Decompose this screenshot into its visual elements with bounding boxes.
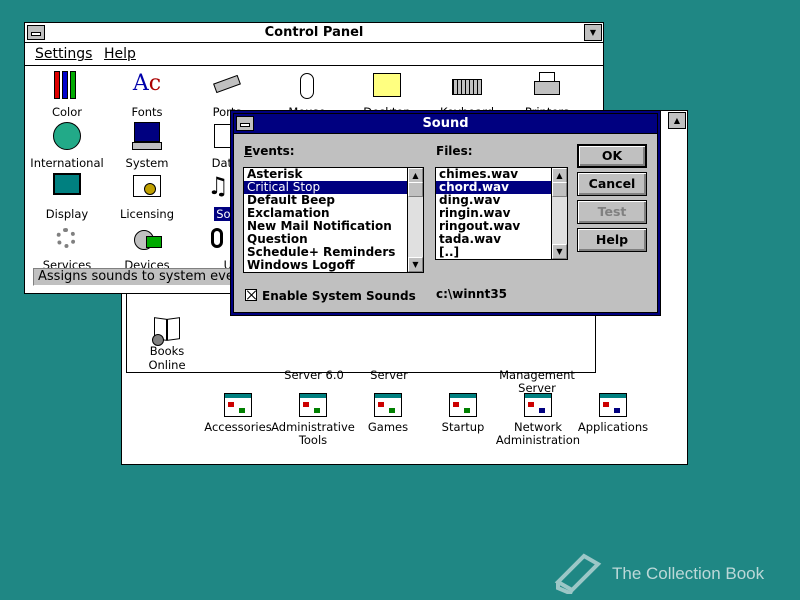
scroll-down-arrow-icon[interactable]: ▼ xyxy=(552,244,567,259)
program-group-icon xyxy=(597,391,629,421)
cp-devices[interactable]: Devices xyxy=(107,222,187,272)
menu-help[interactable]: Help xyxy=(104,46,136,62)
minimize-icon[interactable]: ▼ xyxy=(584,24,602,41)
events-scrollbar[interactable]: ▲ ▼ xyxy=(407,168,423,272)
icon-label: Licensing xyxy=(119,207,175,221)
cancel-button[interactable]: Cancel xyxy=(577,172,647,196)
cp-international[interactable]: International xyxy=(27,120,107,170)
sound-title: Sound xyxy=(422,116,469,131)
cp-system[interactable]: System xyxy=(107,120,187,170)
control-panel-titlebar[interactable]: Control Panel ▼ xyxy=(25,23,603,43)
events-listbox[interactable]: Asterisk Critical Stop Default Beep Excl… xyxy=(243,167,424,273)
files-listbox[interactable]: chimes.wav chord.wav ding.wav ringin.wav… xyxy=(435,167,568,260)
watermark-text: The Collection Book xyxy=(612,564,765,583)
file-item[interactable]: [..] xyxy=(436,246,567,259)
menu-settings[interactable]: Settings xyxy=(35,46,92,62)
desktop-icon xyxy=(370,69,404,103)
licensing-icon xyxy=(130,171,164,205)
fonts-icon: Ac xyxy=(132,71,162,96)
group-applications[interactable]: Applications xyxy=(568,391,658,434)
ports-icon xyxy=(210,69,244,103)
sound-dialog: Sound EEvents: Files: Asterisk Critical … xyxy=(230,110,661,316)
control-panel-menubar: Settings Help xyxy=(25,44,603,66)
watermark: The Collection Book xyxy=(550,548,790,594)
books-online-label: Books Online xyxy=(148,344,186,372)
windows-path: c:\winnt35 xyxy=(436,287,508,301)
enable-sounds-checkbox[interactable] xyxy=(245,289,257,301)
printer-icon xyxy=(530,69,564,103)
events-label-text: Events: xyxy=(244,144,295,158)
program-group-icon xyxy=(222,391,254,421)
icon-label: Fonts xyxy=(131,105,163,119)
scroll-up-arrow-icon[interactable]: ▲ xyxy=(408,168,423,183)
book-icon xyxy=(152,316,182,346)
program-group-icon xyxy=(522,391,554,421)
icon-label: System xyxy=(125,156,169,170)
cp-display[interactable]: Display xyxy=(27,171,107,221)
icon-label: International xyxy=(30,156,104,170)
help-button[interactable]: Help xyxy=(577,228,647,252)
mouse-icon xyxy=(290,69,324,103)
group-label: Applications xyxy=(577,420,649,434)
system-menu-icon[interactable] xyxy=(236,116,254,131)
program-group-icon xyxy=(372,391,404,421)
files-label-text: Files: xyxy=(436,144,473,158)
system-icon xyxy=(130,120,164,154)
system-menu-icon[interactable] xyxy=(27,25,45,40)
event-item[interactable]: Windows Logoff xyxy=(244,259,423,272)
cp-services[interactable]: Services xyxy=(27,222,107,272)
test-button[interactable]: Test xyxy=(577,200,647,224)
devices-icon xyxy=(130,222,164,256)
group-label: Startup xyxy=(441,420,485,434)
menu-label: Help xyxy=(104,46,136,62)
globe-icon xyxy=(50,120,84,154)
books-online-item[interactable]: Books Online xyxy=(132,316,202,372)
program-group-icon xyxy=(447,391,479,421)
display-icon xyxy=(50,171,84,205)
keyboard-icon xyxy=(450,69,484,103)
files-scrollbar[interactable]: ▲ ▼ xyxy=(551,168,567,259)
book-logo-icon xyxy=(554,553,602,594)
control-panel-title: Control Panel xyxy=(264,25,364,40)
cp-licensing[interactable]: Licensing xyxy=(107,171,187,221)
scroll-up-arrow-icon[interactable]: ▲ xyxy=(552,168,567,183)
icon-label: Display xyxy=(45,207,89,221)
partial-label-2: Server xyxy=(370,368,408,382)
group-label: Games xyxy=(367,420,409,434)
enable-sounds-label[interactable]: Enable System Sounds xyxy=(262,289,416,303)
events-label: EEvents: xyxy=(244,144,295,158)
menu-label: Settings xyxy=(35,46,93,62)
ok-button[interactable]: OK xyxy=(577,144,647,168)
scroll-down-arrow-icon[interactable]: ▼ xyxy=(408,257,423,272)
sound-titlebar[interactable]: Sound xyxy=(234,114,657,134)
icon-label: Color xyxy=(51,105,83,119)
group-label: Accessories xyxy=(204,420,272,434)
program-group-icon xyxy=(297,391,329,421)
color-icon xyxy=(50,69,84,103)
cp-color[interactable]: Color xyxy=(27,69,107,119)
date-time-icon xyxy=(200,120,234,154)
scroll-thumb[interactable] xyxy=(552,182,567,197)
dialog-border: Sound EEvents: Files: Asterisk Critical … xyxy=(233,113,658,313)
scroll-up-button[interactable]: ▲ xyxy=(668,112,686,129)
services-icon xyxy=(50,222,84,256)
cp-fonts[interactable]: Ac Fonts xyxy=(107,69,187,119)
scroll-thumb[interactable] xyxy=(408,182,423,197)
files-label: Files: xyxy=(436,144,473,158)
